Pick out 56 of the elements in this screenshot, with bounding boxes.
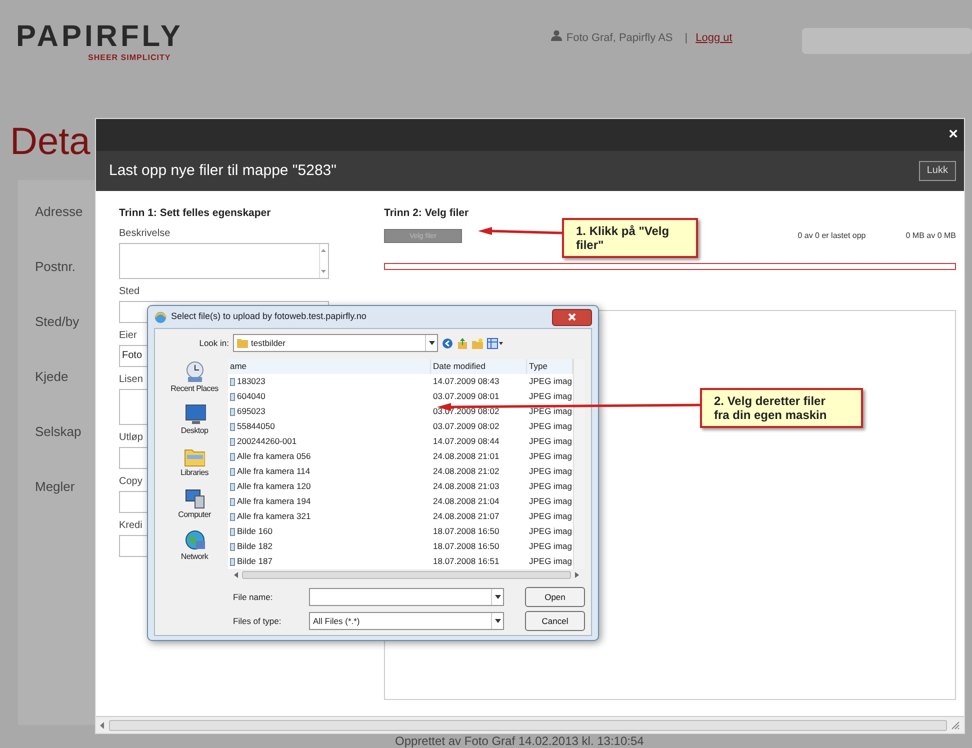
field-label: Sted: [119, 286, 140, 297]
date-cell-text: 18.07.2008 16:51: [433, 555, 500, 568]
date-cell-text: 18.07.2008 16:50: [433, 525, 500, 538]
type-cell-text: JPEG imag: [529, 390, 572, 403]
type-cell-text: JPEG imag: [529, 525, 572, 538]
files-status: 0 av 0 er lastet opp: [798, 230, 866, 242]
date-cell-text: 14.07.2009 08:44: [433, 435, 500, 448]
date-cell-text: 18.07.2008 16:50: [433, 540, 500, 553]
field-label: Selskap: [35, 424, 82, 439]
look-in-label: Look in:: [198, 336, 229, 350]
size-status: 0 MB av 0 MB: [906, 230, 956, 242]
type-cell-text: JPEG imag: [529, 435, 572, 448]
date-cell-text: 03.07.2009 08:02: [433, 405, 500, 418]
logo-text: PAPIRFLY: [16, 22, 184, 52]
dialog-title: Last opp nye filer til mappe "5283": [109, 160, 336, 181]
section-heading: Trinn 1: Sett felles egenskaper: [119, 206, 272, 221]
type-cell-text: JPEG imag: [529, 420, 572, 433]
field-label: Eier: [119, 330, 137, 341]
separator: |: [684, 31, 688, 46]
type-cell-text: JPEG imag: [529, 510, 572, 523]
date-cell-text: 24.08.2008 21:04: [433, 495, 500, 508]
field-label: Megler: [35, 479, 75, 494]
page-title: Deta: [10, 122, 90, 162]
file-name-label: File name:: [233, 590, 274, 604]
callout-note: 2. Velg deretter filer fra din egen maskin: [700, 388, 863, 428]
file-type-label: Files of type:: [233, 614, 282, 628]
field-label: Sted/by: [35, 314, 80, 329]
type-cell-text: JPEG imag: [529, 555, 572, 568]
field-label: Postnr.: [35, 259, 76, 274]
tagline: SHEER SIMPLICITY: [88, 52, 172, 64]
type-cell-text: JPEG imag: [529, 480, 572, 493]
date-cell-text: 24.08.2008 21:07: [433, 510, 500, 523]
type-cell-text: JPEG imag: [529, 540, 572, 553]
section-heading: Trinn 2: Velg filer: [384, 206, 470, 221]
date-cell-text: 24.08.2008 21:02: [433, 465, 500, 478]
footer-text: Opprettet av Foto Graf 14.02.2013 kl. 13:10:54: [395, 734, 644, 748]
file-dialog-title: Select file(s) to upload by fotoweb.test.papirfly.no: [171, 310, 366, 324]
date-cell-text: 24.08.2008 21:03: [433, 480, 500, 493]
date-cell-text: 14.07.2009 08:43: [433, 375, 500, 388]
field-label: Utløp: [119, 432, 143, 443]
field-label: Beskrivelse: [119, 228, 170, 239]
field-label: Kjede: [35, 369, 68, 384]
type-cell-text: JPEG imag: [529, 450, 572, 463]
field-label: Adresse: [35, 204, 83, 219]
date-cell-text: 24.08.2008 21:01: [433, 450, 500, 463]
field-label: Lisen: [119, 374, 143, 385]
type-cell-text: JPEG imag: [529, 405, 572, 418]
type-cell-text: JPEG imag: [529, 375, 572, 388]
callout-note: 1. Klikk på "Velg filer": [562, 218, 698, 258]
field-label: Kredi: [119, 520, 142, 531]
field-label: Copy: [119, 476, 142, 487]
type-cell-text: JPEG imag: [529, 465, 572, 478]
user-name: Foto Graf, Papirfly AS: [566, 31, 673, 46]
date-cell-text: 03.07.2009 08:01: [433, 390, 500, 403]
date-cell-text: 03.07.2009 08:02: [433, 420, 500, 433]
type-cell-text: JPEG imag: [529, 495, 572, 508]
